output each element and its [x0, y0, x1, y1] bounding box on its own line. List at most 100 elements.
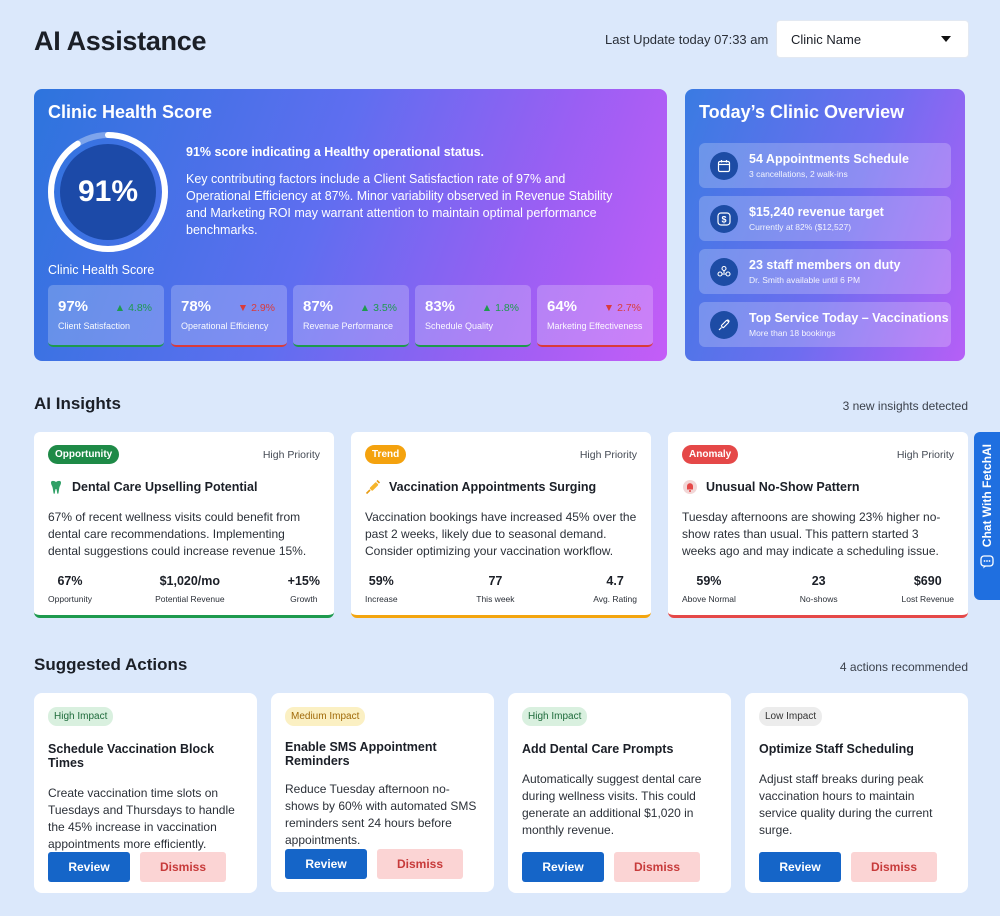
insight-stat: $690 Lost Revenue [901, 574, 954, 604]
staff-icon [710, 257, 738, 286]
health-headline: 91% score indicating a Healthy operation… [186, 145, 485, 159]
insight-stat: $1,020/mo Potential Revenue [155, 574, 225, 604]
tooth-icon [48, 479, 64, 495]
insight-title: Dental Care Upselling Potential [72, 480, 258, 494]
insight-priority: High Priority [579, 448, 637, 461]
review-button[interactable]: Review [285, 849, 367, 879]
arrow-up-icon: ▲ [481, 302, 496, 314]
overview-item-revenue[interactable]: $ $15,240 revenue target Currently at 82… [699, 196, 951, 241]
impact-badge: Low Impact [759, 707, 823, 726]
overview-item-main: 54 Appointments Schedule [749, 152, 909, 166]
chat-tab-label: Chat With FetchAI [980, 444, 994, 548]
arrow-down-icon: ▼ [603, 302, 618, 314]
action-title: Optimize Staff Scheduling [759, 742, 914, 756]
action-card-dental-prompts: High Impact Add Dental Care Prompts Auto… [508, 693, 731, 893]
metric-value: 78% [181, 298, 212, 315]
action-body: Create vaccination time slots on Tuesday… [48, 786, 235, 851]
insight-stats: 59% Above Normal 23 No-shows $690 Lost Reve… [682, 574, 954, 604]
action-card-staff-scheduling: Low Impact Optimize Staff Scheduling Adj… [745, 693, 968, 893]
metric-value: 64% [547, 298, 578, 315]
health-card-title: Clinic Health Score [48, 102, 213, 122]
chat-bubble-icon [980, 555, 994, 574]
insight-stat: 59% Increase [365, 574, 398, 604]
overview-item-staff[interactable]: 23 staff members on duty Dr. Smith avail… [699, 249, 951, 294]
overview-item-sub: Currently at 82% ($12,527) [749, 222, 852, 232]
action-body: Automatically suggest dental care during… [522, 772, 702, 837]
health-gauge: 91% [46, 130, 170, 254]
clinic-select-value: Clinic Name [791, 31, 862, 47]
metric-delta: ▼ 2.7% [603, 302, 641, 314]
metric-label: Revenue Performance [303, 321, 394, 331]
overview-item-top-service[interactable]: Top Service Today – Vaccinations More th… [699, 302, 951, 347]
clinic-select[interactable]: Clinic Name [776, 20, 969, 58]
review-button[interactable]: Review [48, 852, 130, 882]
insight-card-trend[interactable]: Trend High Priority Vaccination Appointm… [351, 432, 651, 618]
metric-label: Operational Efficiency [181, 321, 269, 331]
chat-with-fetchai-tab[interactable]: Chat With FetchAI [974, 432, 1000, 600]
insight-title: Unusual No-Show Pattern [706, 480, 860, 494]
last-update-text: Last Update today 07:33 am [605, 32, 769, 47]
overview-item-appointments[interactable]: 54 Appointments Schedule 3 cancellations… [699, 143, 951, 188]
review-button[interactable]: Review [522, 852, 604, 882]
health-metrics-title: Clinic Health Score [48, 263, 155, 277]
impact-badge: Medium Impact [285, 707, 366, 726]
overview-item-main: $15,240 revenue target [749, 205, 884, 219]
action-title: Add Dental Care Prompts [522, 742, 674, 756]
overview-title: Today’s Clinic Overview [699, 102, 905, 122]
actions-title: Suggested Actions [34, 655, 188, 674]
insight-card-opportunity[interactable]: Opportunity High Priority Dental Care Up… [34, 432, 334, 618]
health-description: Key contributing factors include a Clien… [186, 172, 613, 237]
metric-marketing-effectiveness: 64% ▼ 2.7% Marketing Effectiveness [537, 285, 653, 347]
calendar-icon [710, 151, 738, 180]
action-body: Reduce Tuesday afternoon no-shows by 60%… [285, 782, 477, 847]
dismiss-button[interactable]: Dismiss [851, 852, 937, 882]
overview-item-sub: 3 cancellations, 2 walk-ins [749, 169, 848, 179]
insight-card-anomaly[interactable]: Anomaly High Priority Unusual No-Show Pa… [668, 432, 968, 618]
syringe-icon [710, 310, 738, 339]
dismiss-button[interactable]: Dismiss [614, 852, 700, 882]
page-title: AI Assistance [34, 26, 207, 56]
insight-stats: 59% Increase 77 This week 4.7 Avg. Rating [365, 574, 637, 604]
insight-body: Tuesday afternoons are showing 23% highe… [682, 510, 941, 558]
metric-delta: ▲ 1.8% [481, 302, 519, 314]
insight-stat: 77 This week [476, 574, 515, 604]
health-score-card: Clinic Health Score 91% 91% score indica… [34, 89, 667, 361]
insight-stat: 23 No-shows [799, 574, 838, 604]
alert-bell-icon [682, 479, 698, 495]
metric-label: Marketing Effectiveness [547, 321, 643, 331]
action-title: Schedule Vaccination Block Times [48, 742, 215, 770]
arrow-up-icon: ▲ [114, 302, 129, 314]
review-button[interactable]: Review [759, 852, 841, 882]
metric-operational-efficiency: 78% ▼ 2.9% Operational Efficiency [171, 285, 287, 347]
action-card-sms-reminders: Medium Impact Enable SMS Appointment Rem… [271, 693, 494, 892]
insight-title: Vaccination Appointments Surging [389, 480, 597, 494]
overview-item-sub: More than 18 bookings [749, 328, 836, 338]
metric-schedule-quality: 83% ▲ 1.8% Schedule Quality [415, 285, 531, 347]
metric-delta: ▲ 3.5% [359, 302, 397, 314]
metric-label: Client Satisfaction [58, 321, 131, 331]
overview-item-main: 23 staff members on duty [749, 258, 901, 272]
insight-tag: Trend [365, 445, 407, 464]
dismiss-button[interactable]: Dismiss [377, 849, 463, 879]
insight-tag: Anomaly [682, 445, 739, 464]
arrow-down-icon: ▼ [237, 302, 252, 314]
metric-value: 87% [303, 298, 334, 315]
health-score-value: 91% [60, 144, 156, 240]
insight-stat: +15% Growth [287, 574, 320, 604]
insight-tag: Opportunity [48, 445, 120, 464]
syringe-icon [365, 479, 381, 495]
insights-meta: 3 new insights detected [842, 399, 968, 413]
insight-body: 67% of recent wellness visits could bene… [48, 510, 307, 558]
svg-text:$: $ [721, 214, 726, 224]
metric-label: Schedule Quality [425, 321, 494, 331]
metric-revenue-performance: 87% ▲ 3.5% Revenue Performance [293, 285, 409, 347]
metric-value: 83% [425, 298, 456, 315]
dismiss-button[interactable]: Dismiss [140, 852, 226, 882]
metric-client-satisfaction: 97% ▲ 4.8% Client Satisfaction [48, 285, 164, 347]
insight-priority: High Priority [896, 448, 954, 461]
caret-down-icon [941, 36, 951, 42]
metric-value: 97% [58, 298, 89, 315]
insight-body: Vaccination bookings have increased 45% … [365, 510, 637, 558]
impact-badge: High Impact [48, 707, 114, 726]
impact-badge: High Impact [522, 707, 588, 726]
